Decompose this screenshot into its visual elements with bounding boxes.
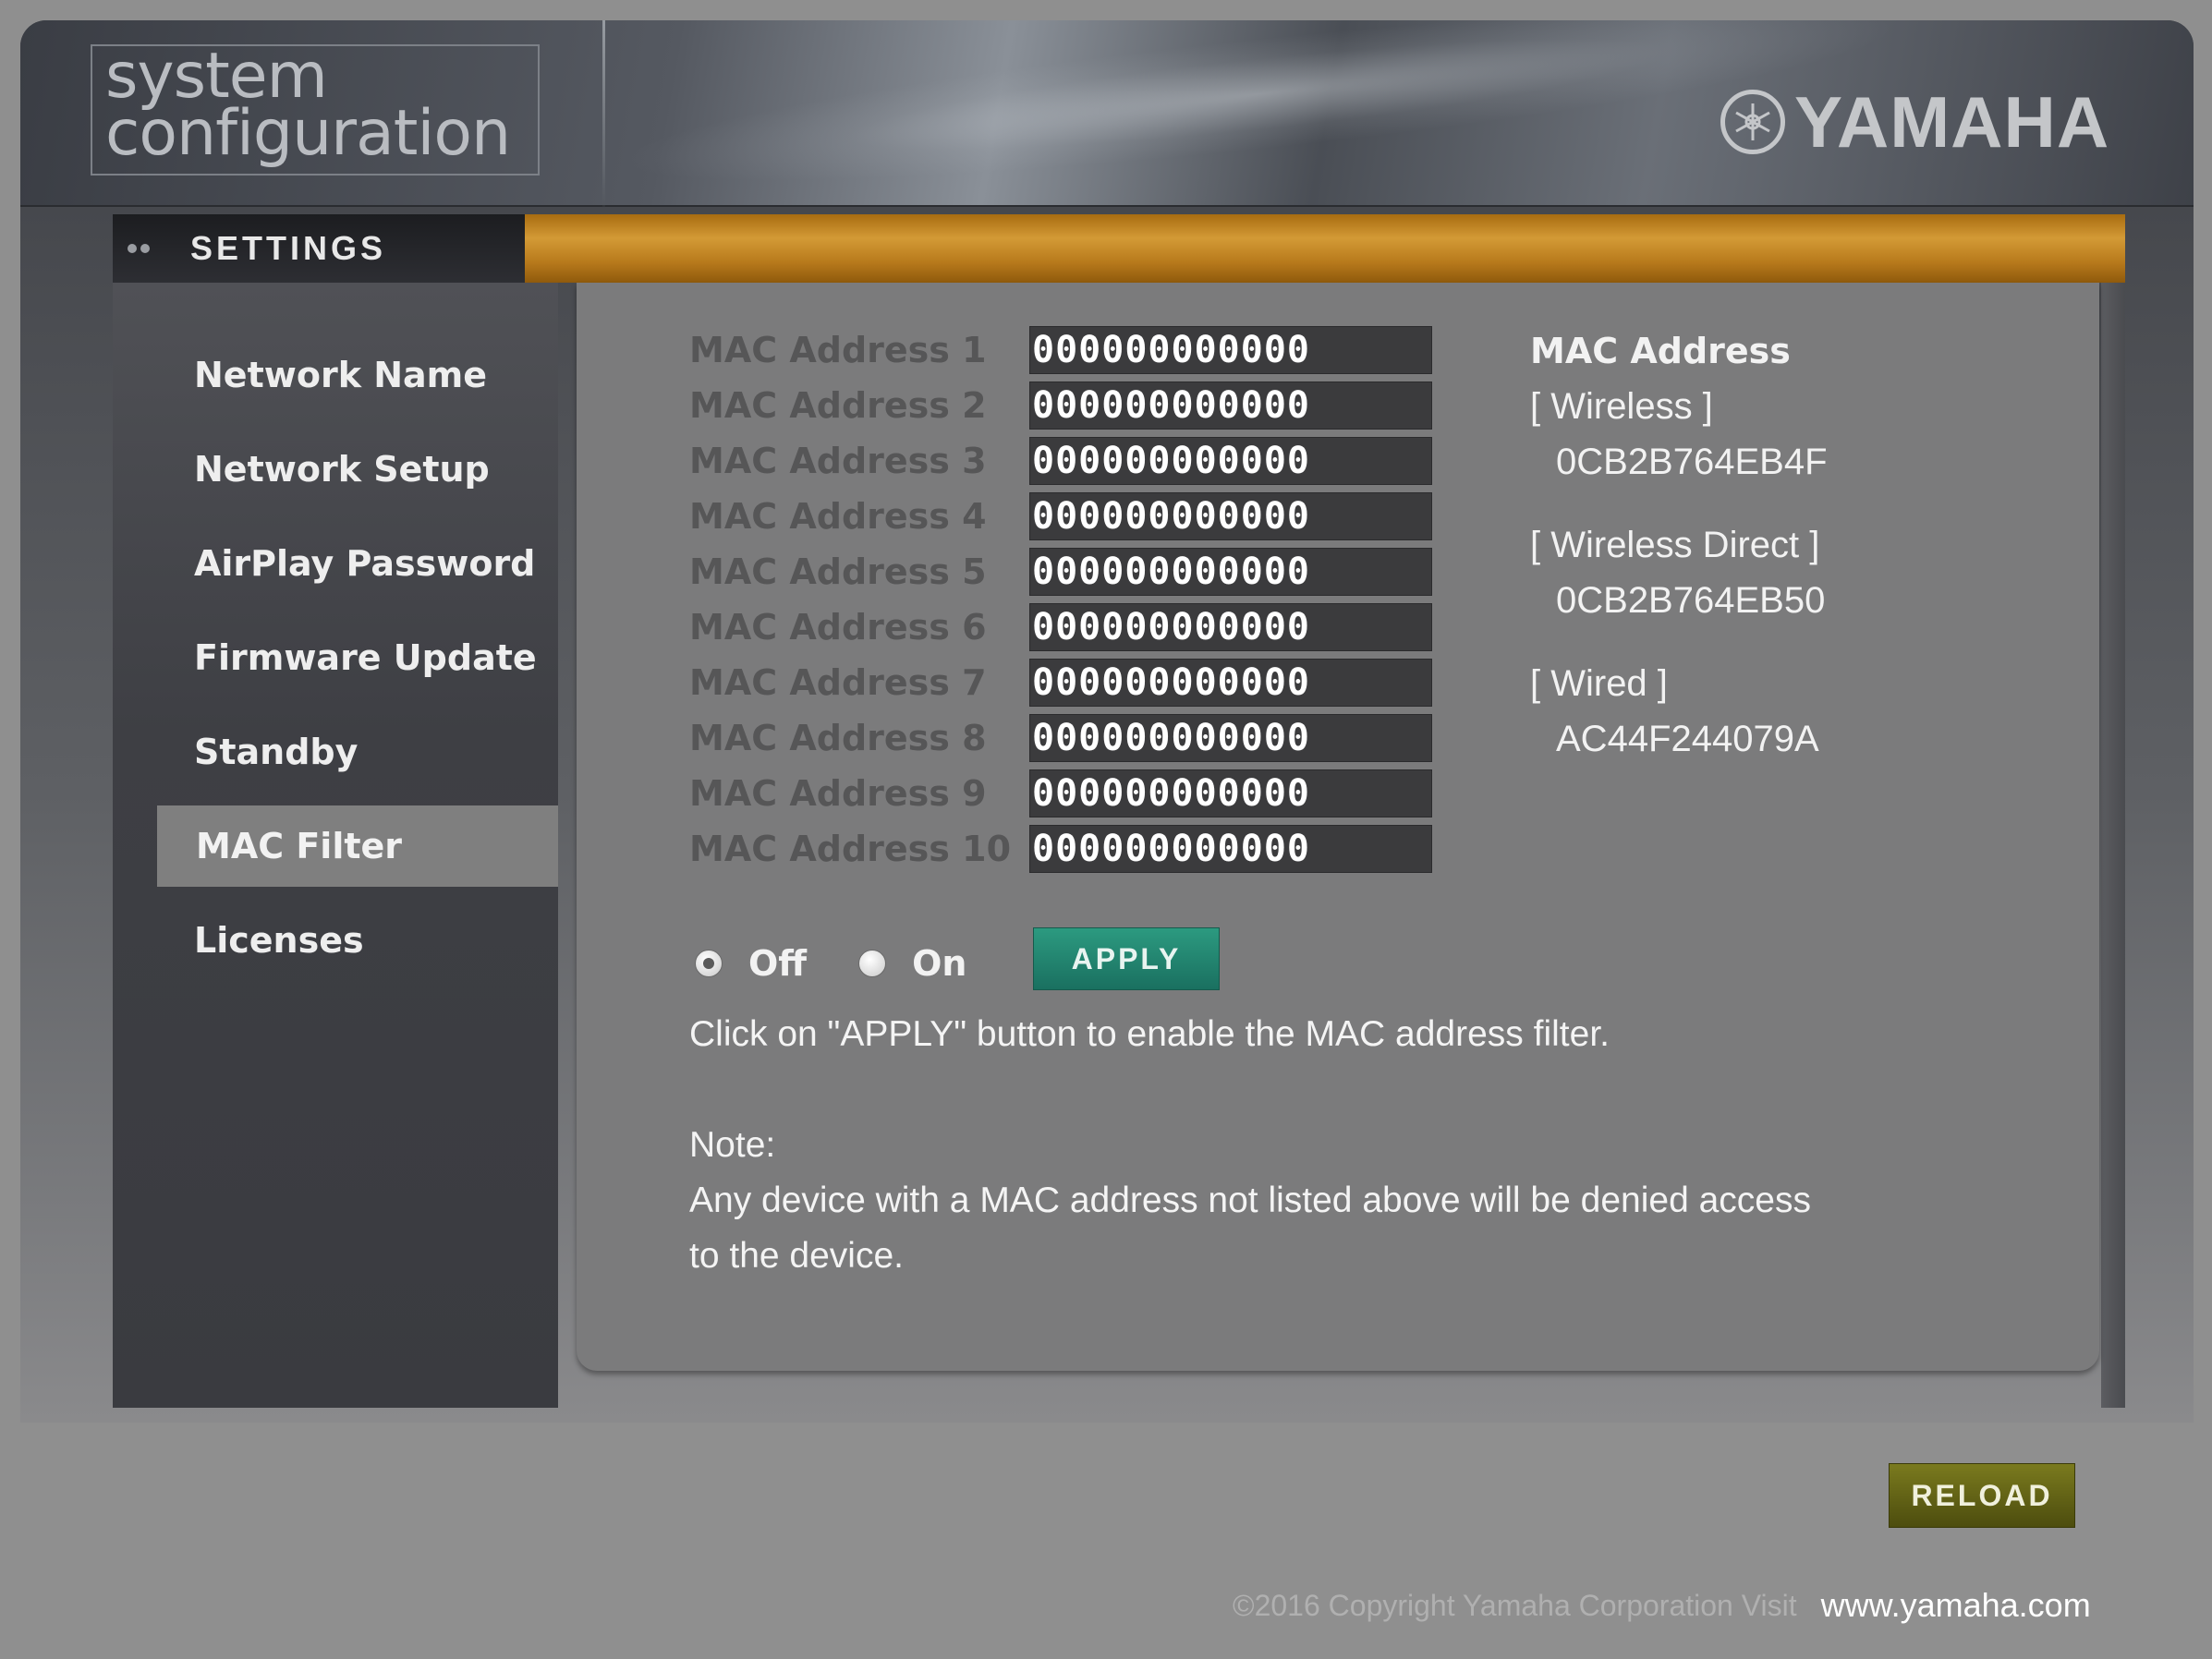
sidebar-item-network-name[interactable]: Network Name: [113, 334, 558, 416]
mac-address-input[interactable]: [1029, 659, 1432, 707]
mac-address-input[interactable]: [1029, 603, 1432, 651]
sidebar-item-airplay-password[interactable]: AirPlay Password: [113, 523, 558, 604]
settings-bar: SETTINGS: [113, 214, 2125, 283]
mac-row: MAC Address 3: [689, 436, 1432, 486]
orange-header-bar: [525, 214, 2125, 283]
apply-button[interactable]: APPLY: [1033, 927, 1220, 990]
dot-icon: [128, 244, 137, 253]
logo-line-2: configuration: [105, 97, 511, 170]
system-configuration-logo: system configuration: [91, 44, 540, 176]
sidebar-item-standby[interactable]: Standby: [113, 711, 558, 793]
mac-row: MAC Address 10: [689, 824, 1432, 874]
settings-tab: SETTINGS: [113, 214, 525, 283]
note-line-2: to the device.: [689, 1236, 904, 1276]
wireless-label: [ Wireless ]: [1530, 386, 1713, 427]
yamaha-website-link[interactable]: www.yamaha.com: [1821, 1586, 2091, 1625]
mac-address-label: MAC Address 6: [689, 607, 987, 648]
wireless-direct-label: [ Wireless Direct ]: [1530, 525, 1820, 565]
wireless-direct-mac-value: 0CB2B764EB50: [1556, 580, 1826, 621]
radio-selected-dot-icon: [703, 958, 714, 969]
mac-address-input[interactable]: [1029, 492, 1432, 540]
mac-address-input[interactable]: [1029, 326, 1432, 374]
note-line-1: Any device with a MAC address not listed…: [689, 1181, 1811, 1220]
mac-row: MAC Address 8: [689, 713, 1432, 763]
mac-address-label: MAC Address 7: [689, 662, 987, 703]
mac-address-input[interactable]: [1029, 714, 1432, 762]
device-mac-title: MAC Address: [1530, 331, 1791, 371]
mac-address-label: MAC Address 9: [689, 773, 987, 814]
wired-mac-value: AC44F244079A: [1556, 719, 1819, 759]
mac-address-input[interactable]: [1029, 548, 1432, 596]
dot-icon: [140, 244, 150, 253]
wireless-mac-value: 0CB2B764EB4F: [1556, 442, 1828, 482]
yamaha-brand: YAMAHA: [1720, 76, 2109, 168]
radio-off[interactable]: [695, 950, 723, 977]
radio-on-label[interactable]: On: [912, 943, 966, 984]
mac-address-input[interactable]: [1029, 825, 1432, 873]
mac-row: MAC Address 6: [689, 602, 1432, 652]
sidebar-item-licenses[interactable]: Licenses: [113, 900, 558, 981]
copyright-text: ©2016 Copyright Yamaha Corporation Visit: [1233, 1588, 1797, 1622]
mac-address-input[interactable]: [1029, 381, 1432, 430]
mac-address-label: MAC Address 10: [689, 829, 1012, 869]
mac-address-label: MAC Address 1: [689, 330, 987, 370]
sidebar-item-firmware-update[interactable]: Firmware Update: [113, 617, 558, 698]
mac-row: MAC Address 5: [689, 547, 1432, 597]
settings-label: SETTINGS: [190, 229, 387, 267]
mac-address-label: MAC Address 5: [689, 551, 987, 592]
footer: ©2016 Copyright Yamaha Corporation Visit…: [1233, 1580, 2091, 1631]
sidebar-item-mac-filter[interactable]: MAC Filter: [157, 805, 558, 887]
mac-row: MAC Address 9: [689, 769, 1432, 818]
mac-address-input[interactable]: [1029, 437, 1432, 485]
radio-off-label[interactable]: Off: [748, 943, 807, 984]
mac-address-label: MAC Address 4: [689, 496, 987, 537]
mac-row: MAC Address 7: [689, 658, 1432, 708]
wired-label: [ Wired ]: [1530, 663, 1668, 704]
mac-row: MAC Address 4: [689, 491, 1432, 541]
brand-name: YAMAHA: [1794, 80, 2110, 163]
tuning-fork-emblem-icon: [1720, 90, 1785, 154]
main-frame: system configuration YAMAHA SETTINGS Net…: [20, 20, 2194, 1423]
mac-address-label: MAC Address 3: [689, 441, 987, 481]
reload-button[interactable]: RELOAD: [1889, 1463, 2075, 1528]
radio-on[interactable]: [858, 950, 887, 977]
sidebar-item-network-setup[interactable]: Network Setup: [113, 429, 558, 510]
mac-row: MAC Address 1: [689, 325, 1432, 375]
sidebar: Network Name Network Setup AirPlay Passw…: [113, 283, 558, 1408]
mac-address-input[interactable]: [1029, 769, 1432, 817]
mac-filter-panel: MAC Address 1 MAC Address 2 MAC Address …: [577, 283, 2099, 1371]
header-swoosh: [609, 20, 1908, 217]
note-title: Note:: [689, 1125, 776, 1165]
header-divider: [602, 20, 605, 207]
mac-row: MAC Address 2: [689, 381, 1432, 430]
mac-address-label: MAC Address 8: [689, 718, 987, 758]
filter-toggle: Off On: [695, 931, 966, 996]
apply-instruction: Click on "APPLY" button to enable the MA…: [689, 1014, 1610, 1054]
panel-edge: [2101, 283, 2125, 1408]
page: system configuration YAMAHA SETTINGS Net…: [0, 0, 2212, 1659]
header: system configuration YAMAHA: [20, 20, 2194, 217]
mac-address-label: MAC Address 2: [689, 385, 987, 426]
